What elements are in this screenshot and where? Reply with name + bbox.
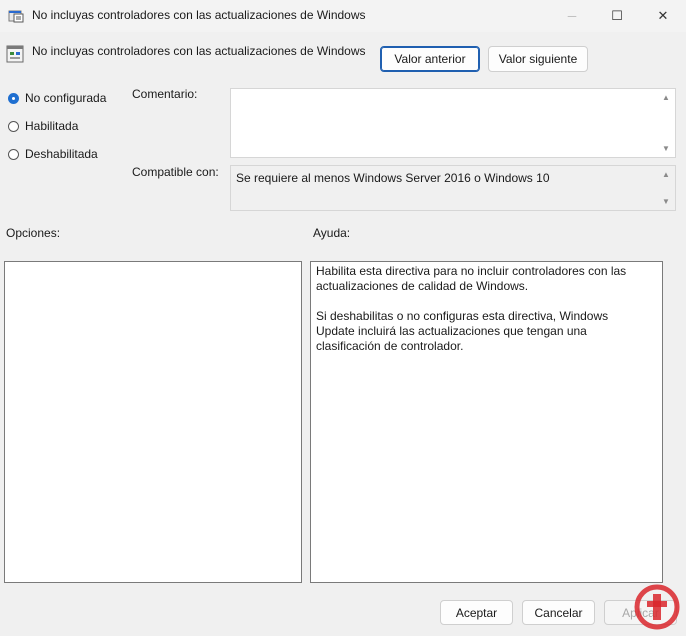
radio-label: Habilitada	[25, 119, 79, 133]
radio-not-configured[interactable]: No configurada	[8, 91, 106, 105]
close-icon: ✕	[657, 8, 669, 23]
radio-label: Deshabilitada	[25, 147, 98, 161]
scroll-down-arrow-icon[interactable]: ▼	[659, 144, 673, 153]
close-button[interactable]: ✕	[640, 0, 686, 32]
radio-enabled[interactable]: Habilitada	[8, 119, 78, 133]
help-paragraph: Si deshabilitas o no configuras esta dir…	[316, 309, 609, 353]
help-paragraph: Habilita esta directiva para no incluir …	[316, 264, 627, 293]
cancel-button[interactable]: Cancelar	[522, 600, 595, 625]
ok-button[interactable]: Aceptar	[440, 600, 513, 625]
options-label: Opciones:	[6, 226, 61, 240]
previous-setting-button[interactable]: Valor anterior	[380, 46, 480, 72]
scroll-down-arrow-icon[interactable]: ▼	[659, 197, 673, 206]
policy-title: No incluyas controladores con las actual…	[32, 44, 366, 58]
next-setting-button[interactable]: Valor siguiente	[488, 46, 588, 72]
policy-window-icon	[8, 8, 24, 24]
scroll-up-arrow-icon[interactable]: ▲	[659, 93, 673, 102]
radio-selected-icon	[8, 92, 19, 104]
minimize-icon: ─	[567, 9, 577, 23]
radio-icon	[8, 120, 19, 132]
supported-on-label: Compatible con:	[132, 165, 219, 179]
radio-icon	[8, 148, 19, 160]
help-label: Ayuda:	[313, 226, 351, 240]
logo-icon	[634, 584, 680, 630]
policy-setting-icon	[6, 45, 24, 63]
comment-textarea[interactable]: ▲ ▼	[230, 88, 676, 158]
comment-label: Comentario:	[132, 87, 198, 101]
minimize-button[interactable]: ─	[549, 0, 595, 32]
scroll-up-arrow-icon[interactable]: ▲	[659, 170, 673, 179]
radio-label: No configurada	[25, 91, 107, 105]
maximize-icon: ☐	[611, 8, 623, 23]
window-title: No incluyas controladores con las actual…	[32, 8, 366, 22]
radio-disabled[interactable]: Deshabilitada	[8, 147, 98, 161]
maximize-button[interactable]: ☐	[594, 0, 640, 32]
supported-on-value: Se requiere al menos Windows Server 2016…	[236, 171, 550, 185]
options-pane	[4, 261, 302, 583]
